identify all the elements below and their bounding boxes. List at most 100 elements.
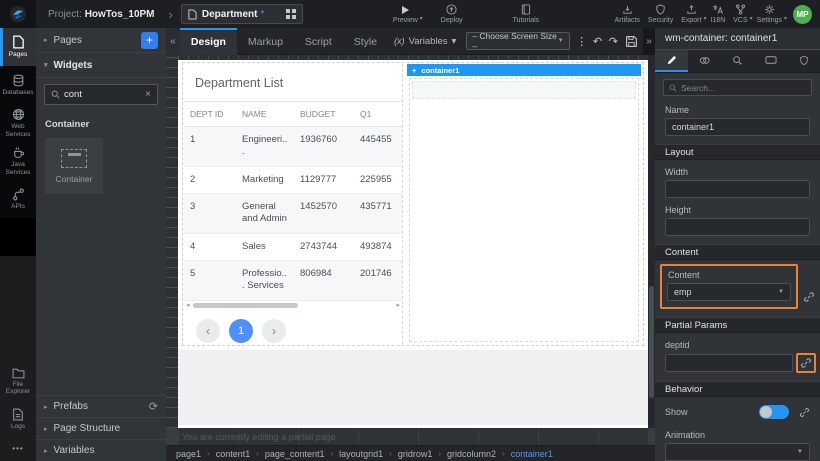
scrollbar-thumb[interactable] xyxy=(193,303,298,308)
preview-button[interactable]: Preview xyxy=(389,0,422,28)
show-toggle[interactable] xyxy=(759,405,789,419)
name-input[interactable]: container1 xyxy=(665,118,810,136)
wavemaker-studio-window: Project: HowTos_10PM › Department * Prev… xyxy=(0,0,820,461)
pager-next-button[interactable]: › xyxy=(262,319,286,343)
security-button[interactable]: Security xyxy=(644,0,677,28)
more-options-button[interactable]: ••• xyxy=(0,438,36,461)
height-input[interactable] xyxy=(665,218,810,236)
layout-grid-outline[interactable]: Department List DEPT ID NAME BUDGET Q1 xyxy=(182,62,644,346)
pager-prev-button[interactable]: ‹ xyxy=(196,319,220,343)
devices-tab[interactable] xyxy=(754,50,787,72)
device-icon xyxy=(765,55,777,65)
properties-tab[interactable] xyxy=(655,50,688,72)
deptid-label: deptid xyxy=(655,333,820,353)
tutorials-button[interactable]: Tutorials xyxy=(509,0,544,28)
events-tab[interactable] xyxy=(721,50,754,72)
column-header-deptid[interactable]: DEPT ID xyxy=(184,102,236,127)
widgets-accordion-header[interactable]: ▾ Widgets xyxy=(36,53,166,78)
prefabs-accordion-header[interactable]: ▸ Prefabs ⟳ xyxy=(36,395,166,417)
styles-tab[interactable] xyxy=(688,50,721,72)
artifacts-button[interactable]: Artifacts xyxy=(611,0,644,28)
redo-button[interactable]: ↷ xyxy=(605,35,621,48)
container1-empty-area[interactable] xyxy=(412,81,636,99)
tab-script[interactable]: Script xyxy=(294,28,343,55)
connector-icon xyxy=(12,188,25,201)
page-selector[interactable]: Department * xyxy=(181,4,303,24)
export-button[interactable]: Export xyxy=(677,0,705,28)
user-avatar[interactable]: MP xyxy=(793,5,812,24)
page-canvas[interactable]: Department List DEPT ID NAME BUDGET Q1 xyxy=(178,60,648,428)
breadcrumb-item-container1[interactable]: container1 xyxy=(511,449,553,459)
show-bind-button[interactable] xyxy=(799,407,810,418)
collapse-right-panel-button[interactable]: » xyxy=(643,28,655,55)
page-grid-icon[interactable] xyxy=(286,9,296,19)
canvas-vertical-scrollbar[interactable] xyxy=(648,55,655,428)
save-button[interactable] xyxy=(621,35,641,48)
deploy-button[interactable]: Deploy xyxy=(437,0,467,28)
breadcrumb-item-page-content1[interactable]: page_content1 xyxy=(265,449,325,459)
breadcrumb-item-page1[interactable]: page1 xyxy=(176,449,201,459)
breadcrumb-item-gridrow1[interactable]: gridrow1 xyxy=(398,449,433,459)
variables-button[interactable]: (x) Variables ▾ xyxy=(388,36,462,47)
table-row[interactable]: 2 Marketing 1129777 225955 xyxy=(184,166,403,193)
undo-button[interactable]: ↶ xyxy=(590,35,606,48)
table-horizontal-scrollbar[interactable]: ◂ ▸ xyxy=(184,301,402,310)
cell: 806984 xyxy=(294,261,354,301)
department-datatable-widget[interactable]: Department List DEPT ID NAME BUDGET Q1 xyxy=(184,64,403,344)
pager-page-button[interactable]: 1 xyxy=(229,319,253,343)
width-input[interactable] xyxy=(665,180,810,198)
vcs-button[interactable]: VCS xyxy=(729,0,751,28)
rail-item-logs[interactable]: Logs xyxy=(0,400,36,438)
column-header-budget[interactable]: BUDGET xyxy=(294,102,354,127)
settings-caret-icon[interactable]: ▾ xyxy=(784,15,787,22)
table-row[interactable]: 5 Professio... Services 806984 201746 xyxy=(184,261,403,301)
rail-item-apis[interactable]: APIs xyxy=(0,180,36,218)
table-row[interactable]: 4 Sales 2743744 493874 xyxy=(184,233,403,260)
table-row[interactable]: 3 General and Admin 1452570 435771 xyxy=(184,194,403,234)
content-bind-button[interactable] xyxy=(803,291,815,303)
rail-item-java-services[interactable]: Java Services xyxy=(0,142,36,180)
wavemaker-logo[interactable] xyxy=(0,0,36,28)
screen-size-select[interactable]: – Choose Screen Size – ▼ xyxy=(466,32,569,50)
container1-widget[interactable]: + container1 xyxy=(407,64,641,344)
container1-selection-bar[interactable]: + container1 xyxy=(407,64,641,76)
page-structure-accordion-header[interactable]: ▸ Page Structure xyxy=(36,417,166,439)
tab-markup[interactable]: Markup xyxy=(237,28,294,55)
refresh-icon[interactable]: ⟳ xyxy=(149,400,158,413)
deptid-input[interactable] xyxy=(665,354,793,372)
tab-style[interactable]: Style xyxy=(343,28,388,55)
column-header-name[interactable]: NAME xyxy=(236,102,294,127)
scroll-left-icon[interactable]: ◂ xyxy=(186,301,190,309)
widget-search-input[interactable] xyxy=(64,89,141,100)
tab-design[interactable]: Design xyxy=(180,28,237,55)
breadcrumb-item-layoutgrid1[interactable]: layoutgrid1 xyxy=(339,449,383,459)
variables-accordion-header[interactable]: ▸ Variables xyxy=(36,439,166,461)
content-select[interactable]: emp ▼ xyxy=(667,283,791,301)
settings-button[interactable]: Settings xyxy=(753,0,786,28)
pages-accordion-header[interactable]: ▸ Pages + xyxy=(36,28,166,53)
rail-item-pages[interactable]: Pages xyxy=(0,28,36,66)
preview-caret-icon[interactable]: ▾ xyxy=(420,15,423,22)
scroll-right-icon[interactable]: ▸ xyxy=(396,301,400,309)
grid-column-area[interactable] xyxy=(409,78,639,342)
animation-select[interactable]: ▼ xyxy=(665,443,810,461)
rail-item-file-explorer[interactable]: File Explorer xyxy=(0,362,36,400)
clear-search-icon[interactable]: × xyxy=(145,89,151,100)
deptid-bind-button[interactable] xyxy=(800,357,812,369)
properties-search-input[interactable] xyxy=(681,83,806,93)
rail-item-databases[interactable]: Databases xyxy=(0,66,36,104)
container-widget-tile[interactable]: Container xyxy=(45,138,103,194)
collapse-left-panel-button[interactable]: « xyxy=(166,28,180,55)
plus-icon[interactable]: + xyxy=(412,66,416,75)
column-header-q1[interactable]: Q1 xyxy=(354,102,403,127)
add-page-button[interactable]: + xyxy=(141,32,158,49)
scrollbar-thumb[interactable] xyxy=(649,286,654,398)
table-row[interactable]: 1 Engineeri... 1936760 445455 xyxy=(184,127,403,167)
i18n-button[interactable]: I18N xyxy=(706,0,729,28)
breadcrumb-item-gridcolumn2[interactable]: gridcolumn2 xyxy=(447,449,496,459)
database-icon xyxy=(12,74,25,87)
kebab-menu-button[interactable]: ⋮ xyxy=(574,35,590,48)
security-tab[interactable] xyxy=(787,50,820,72)
rail-item-web-services[interactable]: Web Services xyxy=(0,104,36,142)
breadcrumb-item-content1[interactable]: content1 xyxy=(216,449,251,459)
